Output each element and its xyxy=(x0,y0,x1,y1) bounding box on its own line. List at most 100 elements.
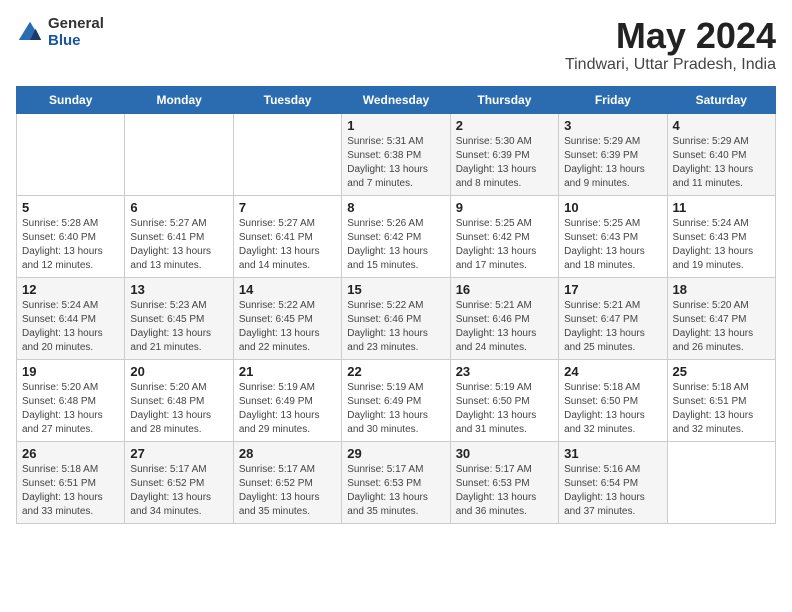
calendar-cell: 1 Sunrise: 5:31 AMSunset: 6:38 PMDaylight… xyxy=(342,113,450,195)
calendar-cell: 18 Sunrise: 5:20 AMSunset: 6:47 PMDayligh… xyxy=(667,277,775,359)
day-info: Sunrise: 5:30 AMSunset: 6:39 PMDaylight:… xyxy=(456,135,553,191)
calendar-cell: 24 Sunrise: 5:18 AMSunset: 6:50 PMDayligh… xyxy=(559,359,667,441)
day-number: 29 xyxy=(347,446,444,461)
week-row-5: 26Sunrise: 5:18 AMSunset: 6:51 PMDayligh… xyxy=(17,441,776,523)
day-number: 14 xyxy=(239,282,336,297)
calendar-cell: 8 Sunrise: 5:26 AMSunset: 6:42 PMDaylight… xyxy=(342,195,450,277)
calendar-cell: 11 Sunrise: 5:24 AMSunset: 6:43 PMDayligh… xyxy=(667,195,775,277)
logo-blue-text: Blue xyxy=(48,33,104,50)
calendar-cell: 27 Sunrise: 5:17 AMSunset: 6:52 PMDayligh… xyxy=(125,441,233,523)
calendar-cell xyxy=(125,113,233,195)
header: General Blue May 2024 Tindwari, Uttar Pr… xyxy=(16,16,776,74)
header-day-sunday: Sunday xyxy=(17,86,125,113)
day-info: Sunrise: 5:24 AMSunset: 6:43 PMDaylight:… xyxy=(673,217,770,273)
calendar-cell xyxy=(233,113,341,195)
day-number: 12 xyxy=(22,282,119,297)
day-number: 8 xyxy=(347,200,444,215)
calendar-cell: 22Sunrise: 5:19 AMSunset: 6:49 PMDayligh… xyxy=(342,359,450,441)
calendar-cell: 20 Sunrise: 5:20 AMSunset: 6:48 PMDayligh… xyxy=(125,359,233,441)
location-title: Tindwari, Uttar Pradesh, India xyxy=(565,56,776,74)
month-title: May 2024 xyxy=(565,16,776,56)
day-info: Sunrise: 5:29 AMSunset: 6:39 PMDaylight:… xyxy=(564,135,661,191)
day-info: Sunrise: 5:21 AMSunset: 6:47 PMDaylight:… xyxy=(564,299,661,355)
day-number: 31 xyxy=(564,446,661,461)
calendar-cell xyxy=(667,441,775,523)
day-info: Sunrise: 5:16 AMSunset: 6:54 PMDaylight:… xyxy=(564,463,661,519)
day-number: 10 xyxy=(564,200,661,215)
day-number: 23 xyxy=(456,364,553,379)
day-number: 2 xyxy=(456,118,553,133)
day-info: Sunrise: 5:24 AMSunset: 6:44 PMDaylight:… xyxy=(22,299,119,355)
day-number: 6 xyxy=(130,200,227,215)
week-row-1: 1 Sunrise: 5:31 AMSunset: 6:38 PMDaylight… xyxy=(17,113,776,195)
calendar-cell: 25Sunrise: 5:18 AMSunset: 6:51 PMDayligh… xyxy=(667,359,775,441)
calendar-cell: 17Sunrise: 5:21 AMSunset: 6:47 PMDayligh… xyxy=(559,277,667,359)
calendar-cell: 30Sunrise: 5:17 AMSunset: 6:53 PMDayligh… xyxy=(450,441,558,523)
day-number: 3 xyxy=(564,118,661,133)
calendar-cell: 5Sunrise: 5:28 AMSunset: 6:40 PMDaylight… xyxy=(17,195,125,277)
day-info: Sunrise: 5:19 AMSunset: 6:49 PMDaylight:… xyxy=(347,381,444,437)
day-number: 18 xyxy=(673,282,770,297)
day-info: Sunrise: 5:25 AMSunset: 6:43 PMDaylight:… xyxy=(564,217,661,273)
day-info: Sunrise: 5:22 AMSunset: 6:46 PMDaylight:… xyxy=(347,299,444,355)
day-info: Sunrise: 5:27 AMSunset: 6:41 PMDaylight:… xyxy=(239,217,336,273)
calendar-cell: 14 Sunrise: 5:22 AMSunset: 6:45 PMDayligh… xyxy=(233,277,341,359)
day-info: Sunrise: 5:27 AMSunset: 6:41 PMDaylight:… xyxy=(130,217,227,273)
day-number: 25 xyxy=(673,364,770,379)
day-number: 15 xyxy=(347,282,444,297)
calendar-table: SundayMondayTuesdayWednesdayThursdayFrid… xyxy=(16,86,776,524)
day-info: Sunrise: 5:20 AMSunset: 6:47 PMDaylight:… xyxy=(673,299,770,355)
calendar-cell: 31 Sunrise: 5:16 AMSunset: 6:54 PMDayligh… xyxy=(559,441,667,523)
calendar-cell: 19 Sunrise: 5:20 AMSunset: 6:48 PMDayligh… xyxy=(17,359,125,441)
logo-icon xyxy=(16,19,44,47)
day-info: Sunrise: 5:17 AMSunset: 6:53 PMDaylight:… xyxy=(347,463,444,519)
day-number: 16 xyxy=(456,282,553,297)
day-info: Sunrise: 5:28 AMSunset: 6:40 PMDaylight:… xyxy=(22,217,119,273)
calendar-cell xyxy=(17,113,125,195)
day-info: Sunrise: 5:21 AMSunset: 6:46 PMDaylight:… xyxy=(456,299,553,355)
week-row-2: 5Sunrise: 5:28 AMSunset: 6:40 PMDaylight… xyxy=(17,195,776,277)
logo: General Blue xyxy=(16,16,104,49)
calendar-cell: 6 Sunrise: 5:27 AMSunset: 6:41 PMDaylight… xyxy=(125,195,233,277)
day-number: 21 xyxy=(239,364,336,379)
day-info: Sunrise: 5:17 AMSunset: 6:52 PMDaylight:… xyxy=(239,463,336,519)
calendar-body: 1 Sunrise: 5:31 AMSunset: 6:38 PMDaylight… xyxy=(17,113,776,523)
calendar-cell: 7 Sunrise: 5:27 AMSunset: 6:41 PMDaylight… xyxy=(233,195,341,277)
day-info: Sunrise: 5:20 AMSunset: 6:48 PMDaylight:… xyxy=(130,381,227,437)
day-info: Sunrise: 5:18 AMSunset: 6:50 PMDaylight:… xyxy=(564,381,661,437)
day-number: 4 xyxy=(673,118,770,133)
header-day-saturday: Saturday xyxy=(667,86,775,113)
day-info: Sunrise: 5:17 AMSunset: 6:52 PMDaylight:… xyxy=(130,463,227,519)
calendar-cell: 2 Sunrise: 5:30 AMSunset: 6:39 PMDaylight… xyxy=(450,113,558,195)
week-row-3: 12 Sunrise: 5:24 AMSunset: 6:44 PMDayligh… xyxy=(17,277,776,359)
calendar-cell: 23Sunrise: 5:19 AMSunset: 6:50 PMDayligh… xyxy=(450,359,558,441)
day-number: 30 xyxy=(456,446,553,461)
day-info: Sunrise: 5:31 AMSunset: 6:38 PMDaylight:… xyxy=(347,135,444,191)
day-number: 9 xyxy=(456,200,553,215)
day-info: Sunrise: 5:26 AMSunset: 6:42 PMDaylight:… xyxy=(347,217,444,273)
day-info: Sunrise: 5:22 AMSunset: 6:45 PMDaylight:… xyxy=(239,299,336,355)
day-info: Sunrise: 5:23 AMSunset: 6:45 PMDaylight:… xyxy=(130,299,227,355)
calendar-cell: 21 Sunrise: 5:19 AMSunset: 6:49 PMDayligh… xyxy=(233,359,341,441)
calendar-cell: 28Sunrise: 5:17 AMSunset: 6:52 PMDayligh… xyxy=(233,441,341,523)
day-number: 7 xyxy=(239,200,336,215)
day-number: 19 xyxy=(22,364,119,379)
calendar-cell: 4Sunrise: 5:29 AMSunset: 6:40 PMDaylight… xyxy=(667,113,775,195)
calendar-cell: 12 Sunrise: 5:24 AMSunset: 6:44 PMDayligh… xyxy=(17,277,125,359)
day-info: Sunrise: 5:20 AMSunset: 6:48 PMDaylight:… xyxy=(22,381,119,437)
calendar-cell: 13 Sunrise: 5:23 AMSunset: 6:45 PMDayligh… xyxy=(125,277,233,359)
day-info: Sunrise: 5:19 AMSunset: 6:49 PMDaylight:… xyxy=(239,381,336,437)
title-area: May 2024 Tindwari, Uttar Pradesh, India xyxy=(565,16,776,74)
calendar-cell: 10 Sunrise: 5:25 AMSunset: 6:43 PMDayligh… xyxy=(559,195,667,277)
week-row-4: 19 Sunrise: 5:20 AMSunset: 6:48 PMDayligh… xyxy=(17,359,776,441)
calendar-cell: 15 Sunrise: 5:22 AMSunset: 6:46 PMDayligh… xyxy=(342,277,450,359)
day-number: 11 xyxy=(673,200,770,215)
day-number: 27 xyxy=(130,446,227,461)
calendar-cell: 3 Sunrise: 5:29 AMSunset: 6:39 PMDaylight… xyxy=(559,113,667,195)
logo-general-text: General xyxy=(48,16,104,33)
day-number: 13 xyxy=(130,282,227,297)
day-number: 20 xyxy=(130,364,227,379)
day-number: 1 xyxy=(347,118,444,133)
day-number: 24 xyxy=(564,364,661,379)
day-info: Sunrise: 5:25 AMSunset: 6:42 PMDaylight:… xyxy=(456,217,553,273)
